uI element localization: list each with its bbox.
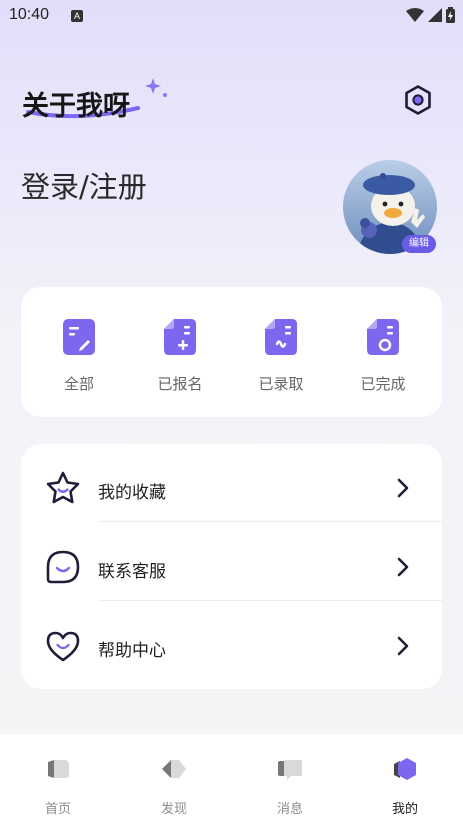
menu-label: 联系客服 bbox=[98, 562, 166, 582]
login-register-link[interactable]: 登录/注册 bbox=[21, 164, 147, 206]
order-label: 已完成 bbox=[360, 375, 406, 393]
page-logo: 关于我呀 bbox=[20, 78, 170, 126]
status-bar: 10:40 A bbox=[0, 0, 463, 32]
settings-button[interactable] bbox=[402, 84, 434, 116]
profile-icon bbox=[394, 758, 416, 780]
wifi-icon bbox=[406, 8, 424, 22]
message-icon bbox=[278, 760, 302, 780]
menu-card: 我的收藏 联系客服 帮助中心 bbox=[21, 444, 442, 689]
chat-face-icon bbox=[46, 550, 80, 584]
tab-profile[interactable]: 我的 bbox=[347, 756, 463, 817]
doc-pen-icon bbox=[63, 319, 95, 355]
tab-label: 发现 bbox=[160, 802, 187, 817]
order-label: 已录取 bbox=[258, 375, 304, 393]
tab-label: 首页 bbox=[44, 802, 71, 817]
chevron-right-icon bbox=[397, 636, 409, 656]
menu-item-customer-service[interactable]: 联系客服 bbox=[21, 527, 442, 605]
menu-label: 帮助中心 bbox=[98, 641, 166, 661]
signal-icon bbox=[428, 8, 442, 22]
tab-messages[interactable]: 消息 bbox=[232, 756, 348, 817]
menu-label: 我的收藏 bbox=[98, 483, 166, 503]
heart-icon bbox=[46, 631, 80, 662]
doc-wave-icon bbox=[265, 319, 297, 355]
discover-icon bbox=[162, 760, 186, 778]
divider bbox=[98, 521, 442, 522]
chevron-right-icon bbox=[397, 557, 409, 577]
edit-avatar-button[interactable]: 编辑 bbox=[402, 235, 436, 253]
menu-item-help-center[interactable]: 帮助中心 bbox=[21, 606, 442, 684]
bottom-tab-bar: 首页 发现 消息 我的 bbox=[0, 734, 463, 824]
menu-item-favorites[interactable]: 我的收藏 bbox=[21, 448, 442, 526]
order-label: 已报名 bbox=[157, 375, 203, 393]
hexagon-settings-icon bbox=[405, 85, 431, 115]
tab-home[interactable]: 首页 bbox=[0, 756, 116, 817]
order-label: 全部 bbox=[63, 375, 94, 393]
doc-circle-icon bbox=[367, 319, 399, 355]
chevron-right-icon bbox=[397, 478, 409, 498]
status-time: 10:40 bbox=[9, 6, 50, 23]
divider bbox=[98, 600, 442, 601]
order-all[interactable]: 全部 bbox=[39, 317, 119, 394]
tab-discover[interactable]: 发现 bbox=[116, 756, 232, 817]
tab-label: 消息 bbox=[276, 802, 303, 817]
order-completed[interactable]: 已完成 bbox=[343, 317, 423, 394]
order-registered[interactable]: 已报名 bbox=[140, 317, 220, 394]
star-icon bbox=[46, 471, 80, 504]
order-admitted[interactable]: 已录取 bbox=[241, 317, 321, 394]
tab-label: 我的 bbox=[391, 802, 418, 817]
order-status-card: 全部 已报名 已录取 已完成 bbox=[21, 287, 442, 417]
battery-icon bbox=[446, 7, 455, 23]
logo-text: 关于我呀 bbox=[22, 91, 130, 122]
notification-badge-icon: A bbox=[71, 10, 83, 22]
doc-plus-icon bbox=[164, 319, 196, 355]
system-icons bbox=[406, 7, 455, 23]
home-icon bbox=[48, 760, 69, 778]
